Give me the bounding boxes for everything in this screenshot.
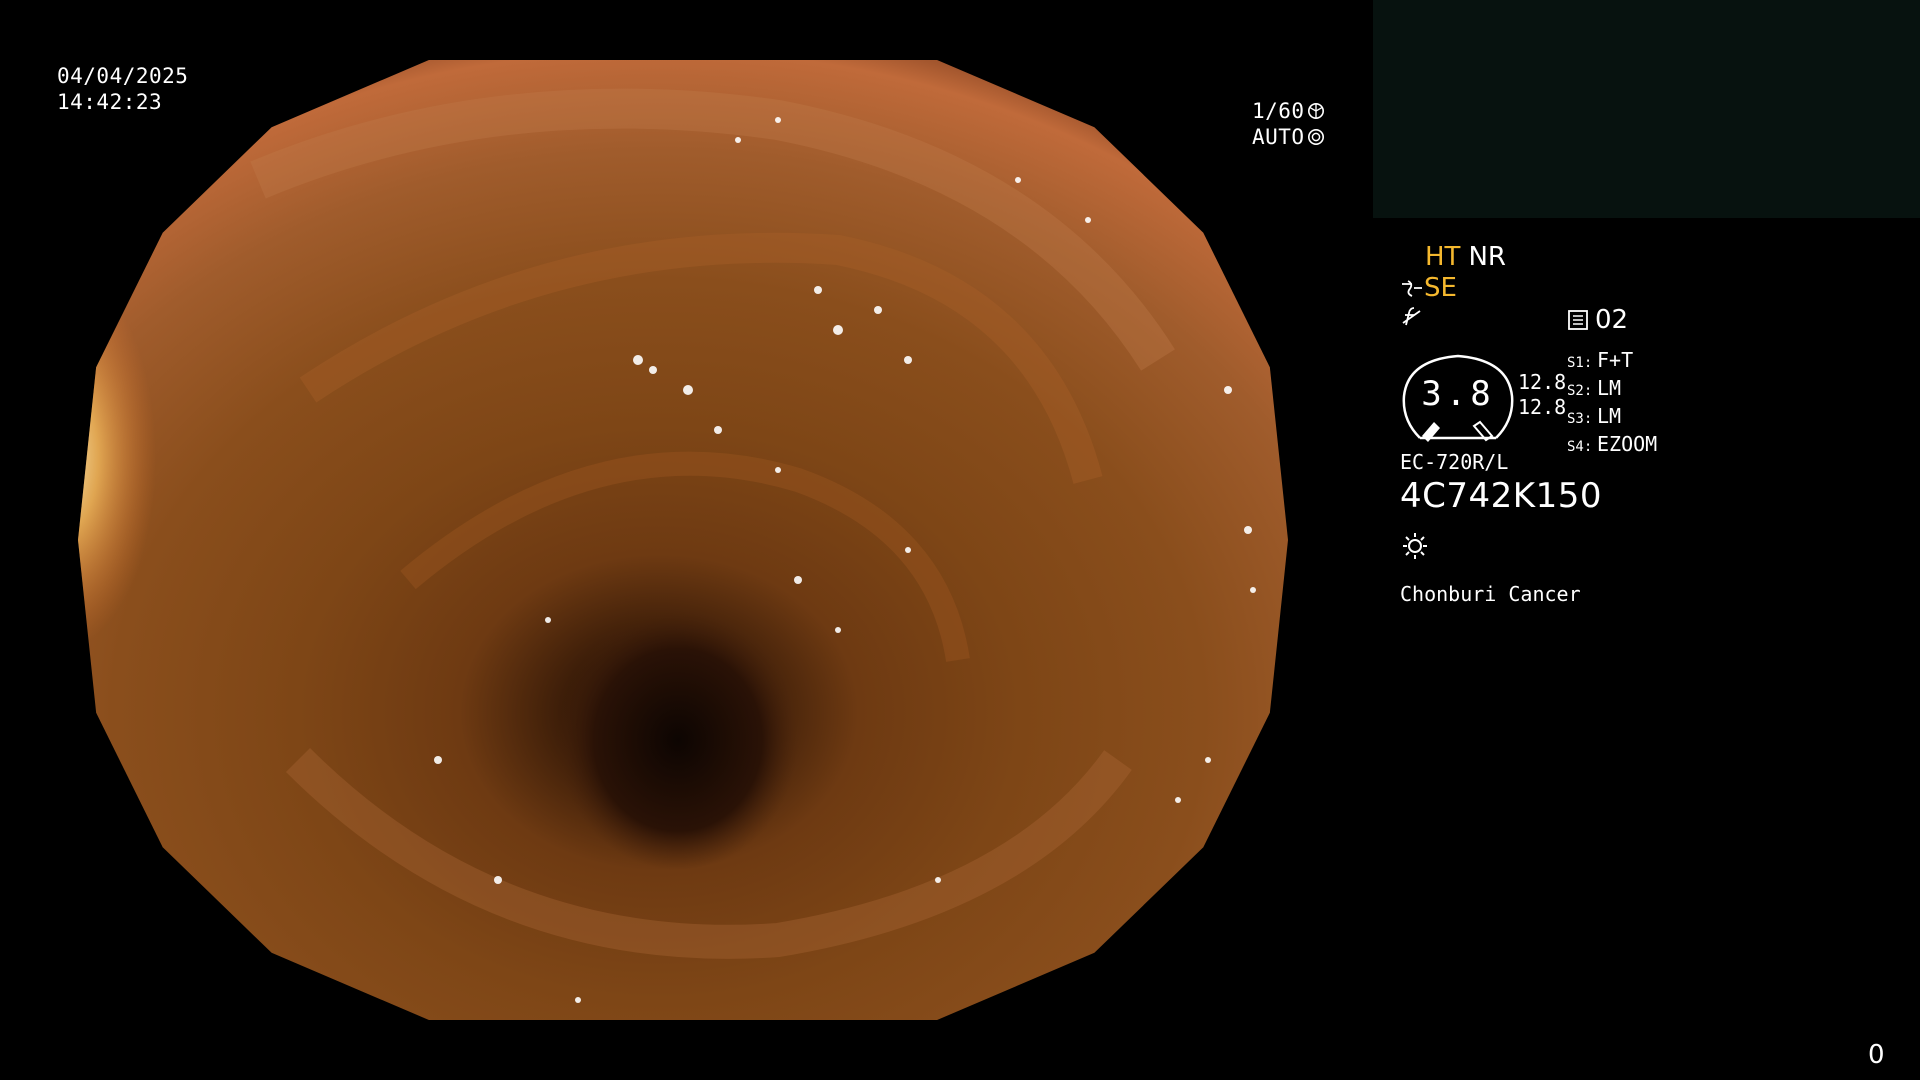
- setting-key: S2:: [1567, 383, 1593, 399]
- iris-mode-label: AUTO: [1252, 125, 1305, 149]
- date-time-display: 04/04/2025 14:42:23: [57, 63, 188, 115]
- endoscopic-image: [78, 60, 1288, 1020]
- function-icon: [1402, 307, 1421, 326]
- readings: 12.8 12.8: [1518, 370, 1566, 420]
- scope-model-label: EC-720R/L: [1400, 450, 1509, 474]
- time-label: 14:42:23: [57, 90, 163, 114]
- nr-mode-label: NR: [1468, 242, 1506, 272]
- setting-row-s2: S2: LM: [1567, 376, 1657, 404]
- light-source-icon: [1403, 533, 1427, 559]
- memory-count-label: 02: [1595, 305, 1629, 335]
- reading-1-label: 12.8: [1518, 370, 1567, 394]
- structure-enhancement: SE: [1400, 273, 1457, 303]
- function-indicator: [1400, 305, 1424, 335]
- reading-2-label: 12.8: [1518, 395, 1567, 419]
- setting-key: S3:: [1567, 411, 1593, 427]
- serial-number-label: 4C742K150: [1400, 476, 1602, 516]
- setting-key: S4:: [1567, 439, 1593, 455]
- setting-value: LM: [1597, 404, 1622, 428]
- setting-row-s3: S3: LM: [1567, 404, 1657, 432]
- setting-row-s1: S1: F+T: [1567, 348, 1657, 376]
- ht-mode-label: HT: [1425, 242, 1461, 272]
- endoscopy-viewport: 04/04/2025 14:42:23 1/60 AUTO HT NR SE 0…: [0, 0, 1920, 1080]
- scope-dial: 3.8: [1400, 350, 1516, 446]
- enhancement-icon: [1402, 280, 1422, 297]
- shutter-icon: [1307, 102, 1324, 120]
- institution-label: Chonburi Cancer: [1400, 582, 1581, 606]
- image-counter: 0: [1868, 1040, 1885, 1070]
- switch-settings: S1: F+T S2: LM S3: LM S4: EZOOM: [1567, 348, 1657, 460]
- shutter-speed-label: 1/60: [1252, 99, 1305, 123]
- setting-value: LM: [1597, 376, 1622, 400]
- date-label: 04/04/2025: [57, 64, 189, 88]
- iris-icon: [1307, 128, 1324, 146]
- setting-row-s4: S4: EZOOM: [1567, 432, 1657, 460]
- mode-indicators: HT NR: [1425, 242, 1506, 272]
- thumbnail-area: [1373, 0, 1920, 218]
- setting-value: EZOOM: [1597, 432, 1658, 456]
- memory-indicator: 02: [1567, 305, 1628, 335]
- dial-value-label: 3.8: [1421, 374, 1495, 414]
- shutter-display: 1/60 AUTO: [1252, 98, 1325, 150]
- status-panel: HT NR SE 02 3.8 12.8 12.8 S1: F+T S2: LM…: [1400, 240, 1900, 640]
- setting-value: F+T: [1597, 348, 1634, 372]
- memory-icon: [1568, 310, 1588, 330]
- setting-key: S1:: [1567, 355, 1593, 371]
- se-label: SE: [1424, 273, 1457, 303]
